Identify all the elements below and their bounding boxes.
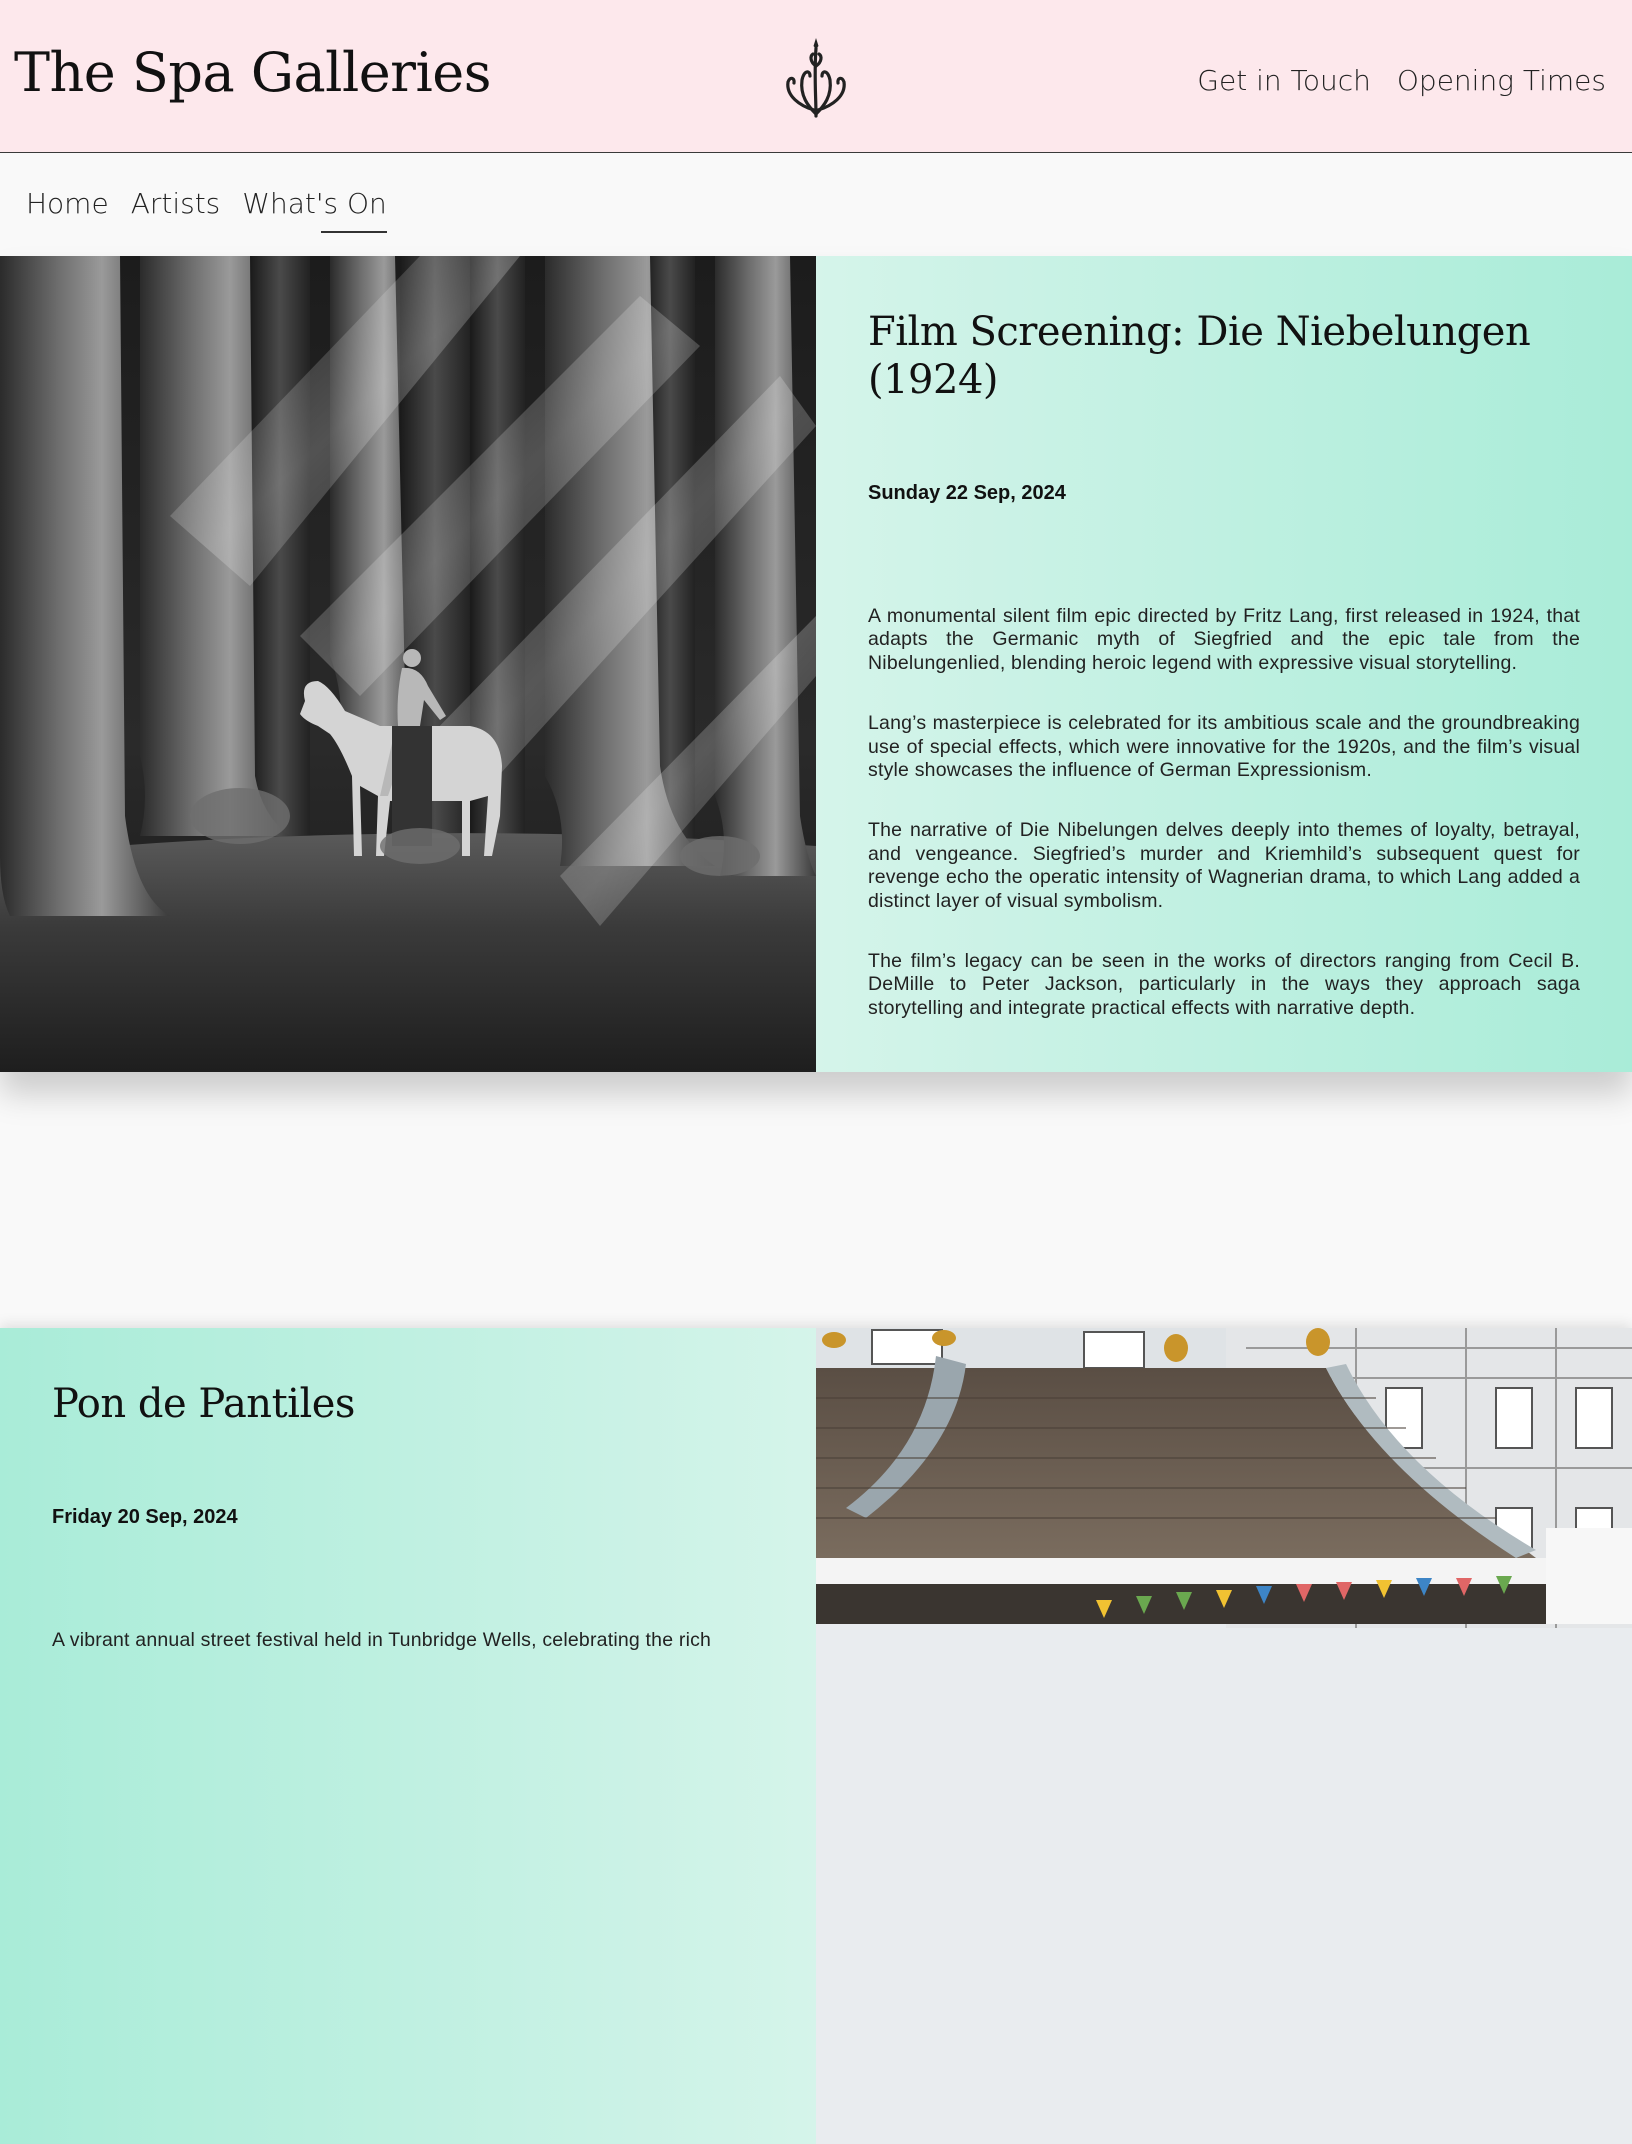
event-paragraph: The film’s legacy can be seen in the wor… [868, 949, 1580, 1019]
event-title[interactable]: Film Screening: Die Niebelungen (1924) [868, 308, 1580, 404]
nav-item-artists[interactable]: Artists [131, 187, 221, 220]
main-navigation: Home Artists What's On [0, 153, 1632, 256]
nav-item-home[interactable]: Home [26, 187, 109, 220]
event-date: Sunday 22 Sep, 2024 [868, 482, 1066, 504]
header-links: Get in Touch Opening Times [1197, 64, 1606, 97]
site-header: The Spa Galleries Get in Touch Opening T… [0, 0, 1632, 153]
event-title[interactable]: Pon de Pantiles [52, 1380, 764, 1428]
nav-item-whats-on[interactable]: What's On [242, 187, 387, 233]
event-image [0, 256, 816, 1072]
event-paragraph: The narrative of Die Nibelungen delves d… [868, 819, 1580, 912]
event-date: Friday 20 Sep, 2024 [52, 1506, 238, 1528]
site-title[interactable]: The Spa Galleries [14, 46, 491, 100]
event-description: A vibrant annual street festival held in… [52, 1629, 764, 1652]
get-in-touch-link[interactable]: Get in Touch [1197, 64, 1371, 97]
event-card: Pon de Pantiles Friday 20 Sep, 2024 A vi… [0, 1328, 1632, 2144]
event-paragraph: Lang’s masterpiece is celebrated for its… [868, 712, 1580, 781]
event-card: Film Screening: Die Niebelungen (1924) S… [0, 256, 1632, 1072]
event-details: Film Screening: Die Niebelungen (1924) S… [816, 256, 1632, 1072]
fountain-icon[interactable] [780, 36, 852, 118]
event-paragraph: A monumental silent film epic directed b… [868, 605, 1580, 674]
event-details: Pon de Pantiles Friday 20 Sep, 2024 A vi… [0, 1328, 816, 2144]
opening-times-link[interactable]: Opening Times [1397, 64, 1606, 97]
event-description: A monumental silent film epic directed b… [868, 605, 1580, 1020]
event-image [816, 1328, 1632, 2144]
event-paragraph: A vibrant annual street festival held in… [52, 1629, 712, 1651]
